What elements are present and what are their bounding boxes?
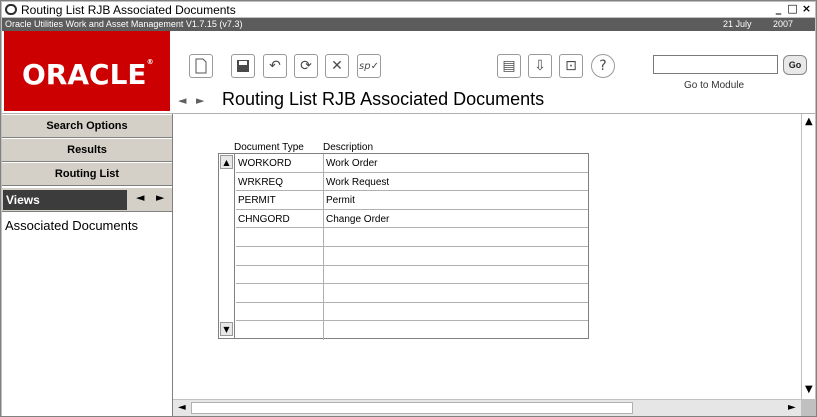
delete-icon[interactable]: ✕ (325, 54, 349, 78)
document-type-cell[interactable]: WRKREQ (236, 172, 324, 191)
description-cell[interactable]: Work Request (324, 173, 588, 191)
column-header-document-type: Document Type (234, 142, 304, 153)
tray-icon[interactable]: ⊡ (559, 54, 583, 78)
main-panel: Document Type Description ▲ ▼ WORKORD Wor… (173, 114, 801, 399)
description-cell[interactable] (324, 284, 588, 302)
grid-scroll-up-icon[interactable]: ▲ (220, 155, 233, 169)
description-cell[interactable] (324, 321, 588, 340)
close-button[interactable]: × (800, 3, 813, 16)
main-horizontal-scrollbar[interactable]: ◄ ► (173, 399, 801, 416)
refresh-icon[interactable]: ⟳ (294, 54, 318, 78)
scroll-left-icon[interactable]: ◄ (178, 402, 186, 413)
description-cell[interactable] (324, 303, 588, 321)
table-row[interactable]: WRKREQ Work Request (236, 172, 588, 192)
associated-documents-grid: ▲ ▼ WORKORD Work Order WRKREQ Work Request… (218, 153, 589, 340)
scroll-down-icon[interactable]: ▼ (805, 384, 813, 395)
document-type-cell[interactable] (236, 265, 324, 284)
page-title: Routing List RJB Associated Documents (222, 89, 545, 109)
document-type-cell[interactable] (236, 284, 324, 302)
search-options-button[interactable]: Search Options (2, 114, 172, 138)
title-bar: Routing List RJB Associated Documents _ … (2, 2, 815, 18)
document-type-cell[interactable]: CHNGORD (236, 209, 324, 228)
new-icon[interactable] (189, 54, 213, 78)
table-row[interactable] (236, 321, 588, 340)
description-cell[interactable]: Change Order (324, 210, 588, 228)
sidebar: Search Options Results Routing List View… (2, 114, 173, 416)
scroll-right-icon[interactable]: ► (788, 402, 796, 413)
current-year: 2007 (773, 19, 794, 29)
window-title: Routing List RJB Associated Documents (21, 3, 236, 17)
product-version: Oracle Utilities Work and Asset Manageme… (5, 19, 243, 29)
oracle-logo: ORACLE® (4, 31, 170, 111)
document-type-cell[interactable] (236, 228, 324, 246)
app-icon (5, 4, 17, 15)
module-header: ORACLE® ↶ ⟳ ✕ sp✓ ▤ ⇩ ⊡ ? ◄ ► Routing Li… (2, 31, 815, 114)
document-type-cell[interactable]: WORKORD (236, 154, 324, 172)
spell-check-icon[interactable]: sp✓ (357, 54, 381, 78)
grid-scrollbar[interactable]: ▲ ▼ (219, 154, 235, 338)
table-row[interactable]: WORKORD Work Order (236, 154, 588, 173)
results-button[interactable]: Results (2, 138, 172, 162)
column-header-description: Description (323, 142, 374, 153)
product-bar: Oracle Utilities Work and Asset Manageme… (2, 18, 815, 31)
go-to-module-input[interactable] (653, 55, 778, 74)
document-type-cell[interactable] (236, 247, 324, 265)
scroll-track[interactable] (191, 402, 633, 414)
table-row[interactable] (236, 302, 588, 322)
routing-list-button[interactable]: Routing List (2, 162, 172, 186)
description-cell[interactable] (324, 228, 588, 246)
minimize-button[interactable]: _ (772, 3, 785, 16)
view-item-associated-documents[interactable]: Associated Documents (5, 218, 138, 233)
document-type-cell[interactable] (236, 302, 324, 321)
current-date: 21 July (723, 19, 752, 29)
views-label: Views (3, 190, 127, 210)
table-row[interactable]: CHNGORD Change Order (236, 209, 588, 229)
views-next-icon[interactable]: ► (156, 191, 164, 204)
logo-text: ORACLE (22, 58, 147, 91)
next-record-icon[interactable]: ► (196, 94, 204, 107)
description-cell[interactable] (324, 266, 588, 284)
description-cell[interactable] (324, 247, 588, 265)
description-cell[interactable]: Work Order (324, 154, 588, 172)
maximize-button[interactable]: □ (786, 3, 799, 16)
scroll-up-icon[interactable]: ▲ (805, 116, 813, 127)
description-cell[interactable]: Permit (324, 191, 588, 209)
table-row[interactable]: PERMIT Permit (236, 191, 588, 210)
table-row[interactable] (236, 265, 588, 285)
main-vertical-scrollbar[interactable]: ▲ ▼ (801, 114, 815, 399)
table-row[interactable] (236, 284, 588, 303)
go-button[interactable]: Go (783, 55, 807, 75)
views-previous-icon[interactable]: ◄ (136, 191, 144, 204)
window-controls: _ □ × (772, 3, 813, 16)
views-header: Views ◄ ► (2, 188, 172, 212)
record-navigation: ◄ ► (178, 94, 204, 107)
previous-record-icon[interactable]: ◄ (178, 94, 186, 107)
table-row[interactable] (236, 228, 588, 247)
save-icon[interactable] (231, 54, 255, 78)
report-icon[interactable]: ▤ (497, 54, 521, 78)
help-icon[interactable]: ? (591, 54, 615, 78)
routing-icon[interactable]: ⇩ (528, 54, 552, 78)
application-window: Routing List RJB Associated Documents _ … (0, 0, 817, 417)
go-to-module-label: Go to Module (684, 80, 745, 91)
table-row[interactable] (236, 247, 588, 266)
document-type-cell[interactable] (236, 321, 324, 340)
grid-scroll-down-icon[interactable]: ▼ (220, 322, 233, 336)
undo-icon[interactable]: ↶ (263, 54, 287, 78)
document-type-cell[interactable]: PERMIT (236, 191, 324, 209)
